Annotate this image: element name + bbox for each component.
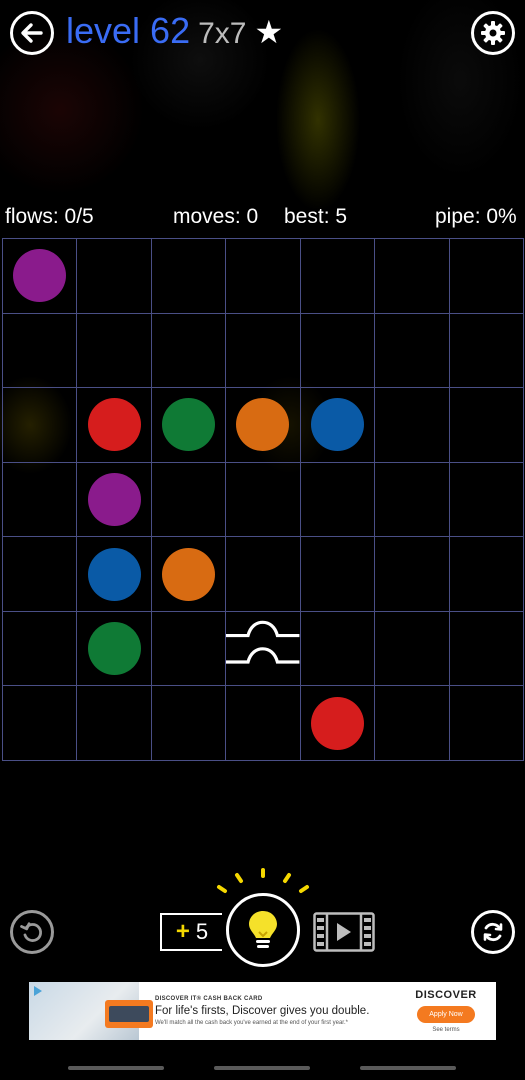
board-cell[interactable] xyxy=(375,313,450,389)
board-cell[interactable] xyxy=(375,537,450,612)
game-board[interactable] xyxy=(2,238,524,761)
ad-brand-logo: DISCOVER xyxy=(415,989,477,1001)
nav-handle-right xyxy=(360,1066,456,1070)
board-cell[interactable] xyxy=(151,537,227,612)
board-cell[interactable] xyxy=(449,611,524,687)
green-dot[interactable] xyxy=(87,622,141,676)
lightbulb-icon xyxy=(249,911,277,948)
orange-dot[interactable] xyxy=(162,547,216,601)
board-cell[interactable] xyxy=(151,388,227,463)
orange-dot[interactable] xyxy=(236,398,290,452)
arrow-left-icon xyxy=(21,23,43,43)
board-cell[interactable] xyxy=(226,611,301,687)
blue-dot[interactable] xyxy=(310,398,364,452)
board-cell[interactable] xyxy=(449,537,524,612)
board-cell[interactable] xyxy=(375,388,450,463)
pipe-percentage: pipe: 0% xyxy=(435,205,517,228)
refresh-icon xyxy=(483,922,503,942)
best-counter: best: 5 xyxy=(284,205,348,228)
board-cell[interactable] xyxy=(77,239,152,314)
board-cell[interactable] xyxy=(226,537,301,612)
board-cell[interactable] xyxy=(300,537,376,612)
blue-dot[interactable] xyxy=(87,547,141,601)
film-play-icon[interactable] xyxy=(313,912,375,952)
restart-button[interactable] xyxy=(471,910,515,954)
ad-eyebrow: DISCOVER IT® CASH BACK CARD xyxy=(155,996,263,1002)
board-cell[interactable] xyxy=(77,388,152,463)
board-cell[interactable] xyxy=(151,462,227,538)
red-dot[interactable] xyxy=(310,696,364,750)
board-cell[interactable] xyxy=(77,462,152,538)
ad-photo xyxy=(29,982,153,1040)
plus-icon: + xyxy=(175,918,190,945)
board-cell[interactable] xyxy=(3,462,78,538)
board-cell[interactable] xyxy=(300,313,376,389)
level-label: level 62 xyxy=(66,10,191,51)
board-cell[interactable] xyxy=(3,239,78,314)
board-cell[interactable] xyxy=(226,462,301,538)
gear-icon xyxy=(481,21,505,45)
board-cell[interactable] xyxy=(77,537,152,612)
board-cell[interactable] xyxy=(449,686,524,761)
board-cell[interactable] xyxy=(3,313,78,389)
board-cell[interactable] xyxy=(449,313,524,389)
ad-apply-button[interactable]: Apply Now xyxy=(417,1006,475,1023)
flows-counter: flows: 0/5 xyxy=(5,205,94,228)
grid-size-label: 7x7 xyxy=(198,17,247,50)
board-cell[interactable] xyxy=(375,611,450,687)
board-cell[interactable] xyxy=(3,388,78,463)
ad-subline: We'll match all the cash back you've ear… xyxy=(155,1020,348,1026)
settings-button[interactable] xyxy=(471,11,515,55)
board-cell[interactable] xyxy=(226,388,301,463)
moves-counter: moves: 0 xyxy=(173,205,259,228)
level-title: level 62 7x7 ★ xyxy=(66,10,283,52)
board-cell[interactable] xyxy=(300,611,376,687)
board-cell[interactable] xyxy=(151,611,227,687)
board-cell[interactable] xyxy=(226,313,301,389)
ad-choices-icon[interactable] xyxy=(31,984,45,998)
board-cell[interactable] xyxy=(77,611,152,687)
back-button[interactable] xyxy=(10,11,54,55)
hint-count-box[interactable]: + 5 xyxy=(160,913,222,951)
hint-area: + 5 xyxy=(158,868,378,968)
ad-copy: DISCOVER IT® CASH BACK CARD For life's f… xyxy=(155,996,404,1026)
board-cell[interactable] xyxy=(3,537,78,612)
board-cell[interactable] xyxy=(300,388,376,463)
board-cell[interactable] xyxy=(375,239,450,314)
board-cell[interactable] xyxy=(77,313,152,389)
credit-card-image xyxy=(105,1000,153,1028)
hint-button[interactable] xyxy=(226,893,300,967)
ad-banner[interactable]: DISCOVER IT® CASH BACK CARD For life's f… xyxy=(29,982,496,1040)
board-cell[interactable] xyxy=(449,239,524,314)
nav-handle-center xyxy=(214,1066,310,1070)
ad-terms-link[interactable]: See terms xyxy=(432,1027,459,1033)
board-cell[interactable] xyxy=(3,686,78,761)
red-dot[interactable] xyxy=(87,398,141,452)
board-cell[interactable] xyxy=(449,388,524,463)
purple-dot[interactable] xyxy=(13,249,67,303)
undo-icon xyxy=(20,922,42,942)
board-cell[interactable] xyxy=(226,239,301,314)
green-dot[interactable] xyxy=(162,398,216,452)
board-cell[interactable] xyxy=(77,686,152,761)
board-cell[interactable] xyxy=(375,686,450,761)
board-cell[interactable] xyxy=(151,686,227,761)
board-cell[interactable] xyxy=(151,239,227,314)
board-cell[interactable] xyxy=(300,686,376,761)
purple-dot[interactable] xyxy=(87,472,141,526)
board-cell[interactable] xyxy=(375,462,450,538)
board-cell[interactable] xyxy=(300,462,376,538)
hint-count: 5 xyxy=(195,919,209,944)
board-cell[interactable] xyxy=(449,462,524,538)
bridge-tile-icon xyxy=(226,612,299,686)
board-cell[interactable] xyxy=(300,239,376,314)
nav-handle-left xyxy=(68,1066,164,1070)
ad-cta-area: DISCOVER Apply Now See terms xyxy=(404,989,488,1033)
board-cell[interactable] xyxy=(3,611,78,687)
ad-headline: For life's firsts, Discover gives you do… xyxy=(155,1005,370,1017)
board-cell[interactable] xyxy=(226,686,301,761)
undo-button[interactable] xyxy=(10,910,54,954)
star-icon: ★ xyxy=(254,14,284,50)
board-cell[interactable] xyxy=(151,313,227,389)
